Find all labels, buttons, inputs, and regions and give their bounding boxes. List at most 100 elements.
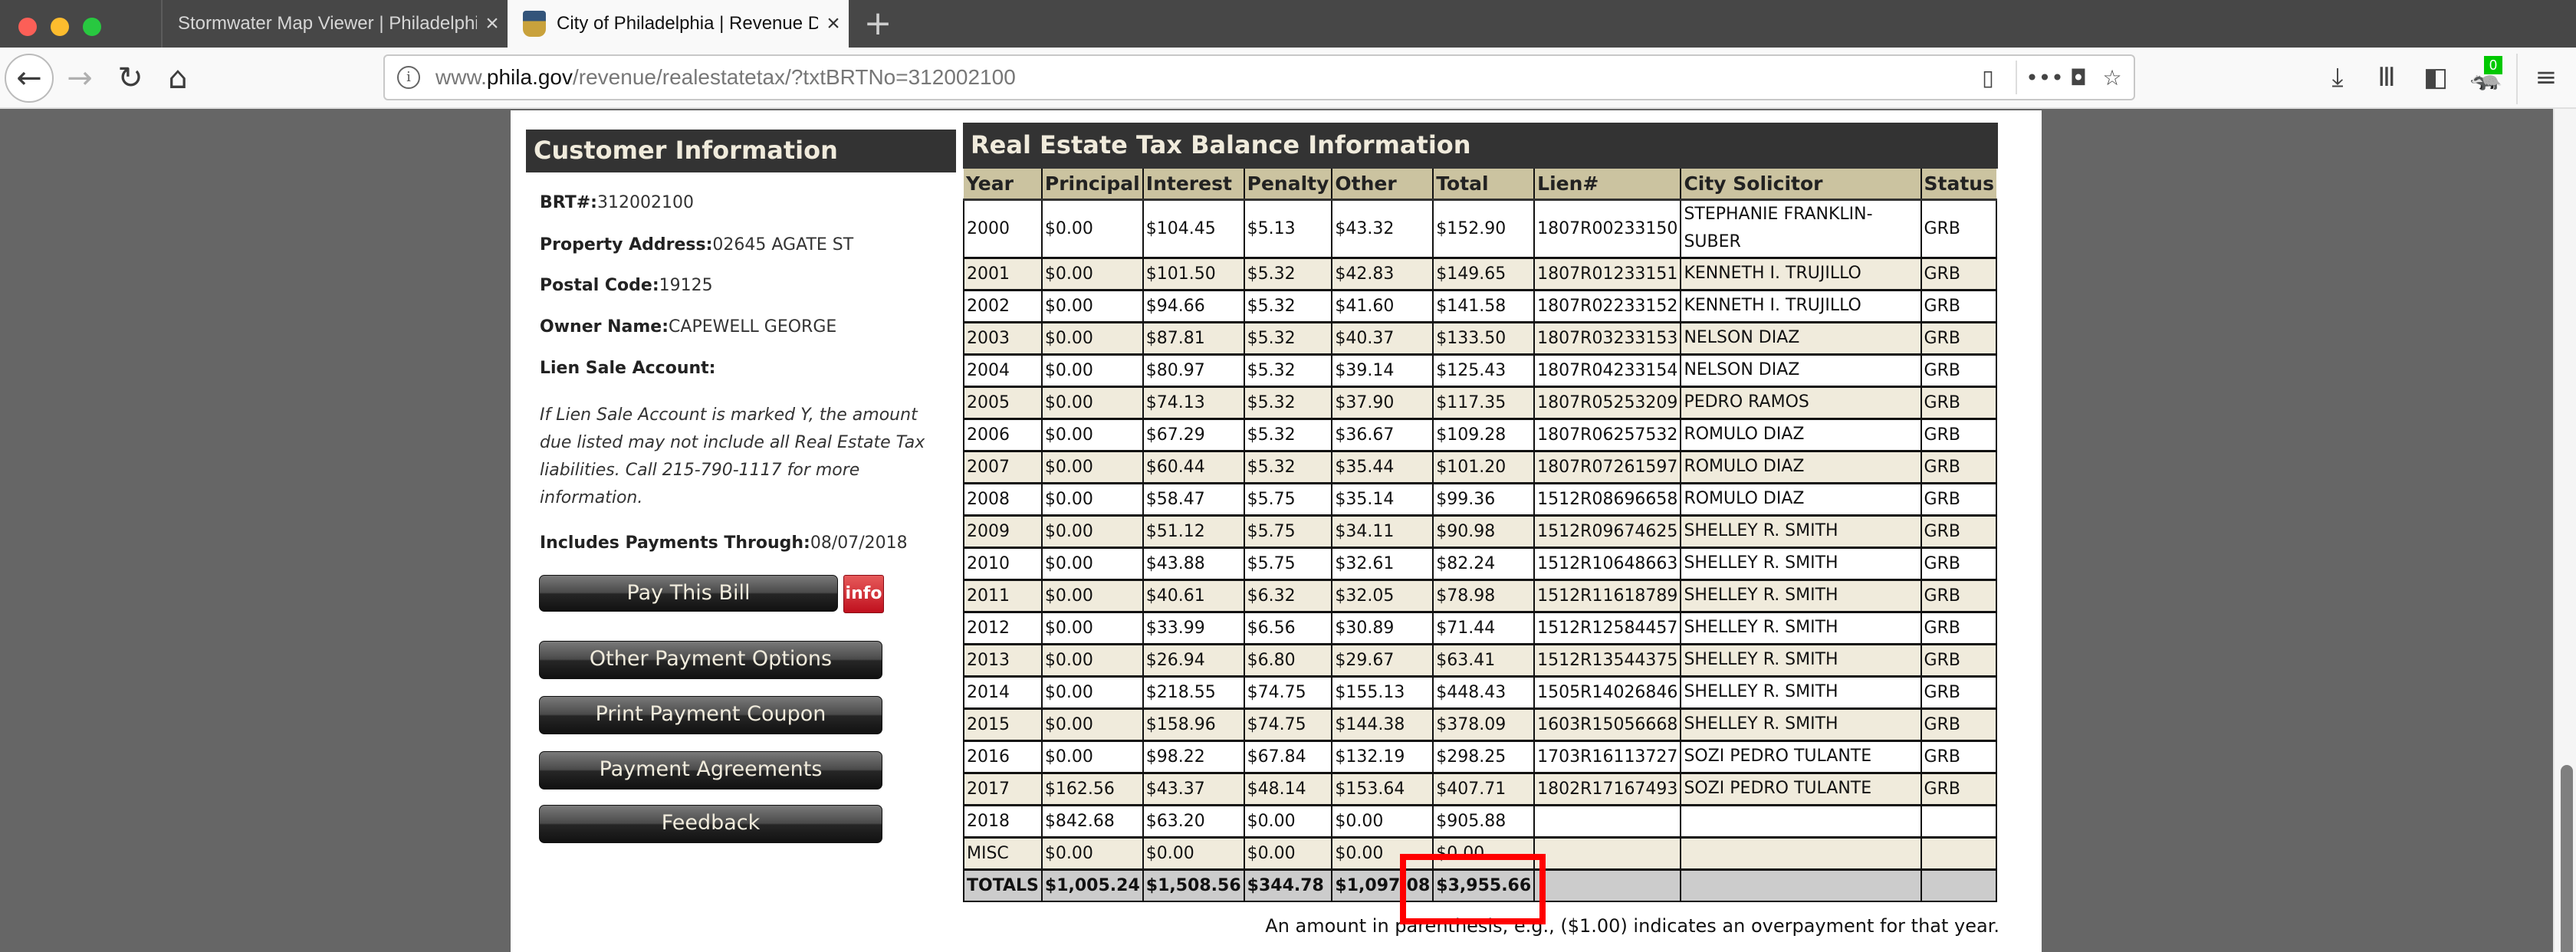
column-header: Total	[1432, 169, 1535, 201]
table-cell: GRB	[1920, 320, 1998, 355]
table-cell: $29.67	[1331, 642, 1434, 677]
window-maximize-button[interactable]	[83, 18, 101, 36]
feedback-button[interactable]: Feedback	[539, 805, 882, 843]
arrow-right-icon: →	[67, 61, 93, 96]
table-cell	[1680, 803, 1922, 838]
info-button[interactable]: info	[843, 575, 884, 613]
sidebar-icon[interactable]: ◧	[2417, 58, 2455, 97]
table-row: 2002 $0.00 $94.66 $5.32 $41.60 $141.58 1807R02…	[963, 288, 1998, 323]
table-cell: ROMULO DIAZ	[1680, 417, 1922, 451]
field-label: Property Address:	[540, 235, 713, 254]
table-row: 2005 $0.00 $74.13 $5.32 $37.90 $117.35 1807R05…	[963, 385, 1998, 419]
close-icon[interactable]: ×	[477, 11, 508, 37]
table-cell: GRB	[1920, 546, 1998, 580]
payment-agreements-button[interactable]: Payment Agreements	[539, 751, 882, 790]
reload-button[interactable]: ↻	[106, 54, 155, 103]
column-header: Principal	[1040, 169, 1143, 201]
table-cell: $43.32	[1331, 198, 1434, 258]
scrollbar-thumb[interactable]	[2561, 765, 2573, 952]
pay-this-bill-button[interactable]: Pay This Bill	[539, 575, 838, 612]
table-cell: GRB	[1920, 771, 1998, 806]
close-icon[interactable]: ×	[818, 11, 849, 37]
table-cell: $82.24	[1432, 546, 1536, 580]
menu-icon[interactable]: ≡	[2527, 58, 2565, 97]
site-info-icon[interactable]: i	[397, 66, 420, 89]
pocket-icon[interactable]: ◘	[2062, 61, 2095, 94]
table-cell: $144.38	[1331, 707, 1434, 741]
payments-through-field: Includes Payments Through:08/07/2018	[540, 533, 908, 553]
table-cell: 2014	[963, 675, 1043, 709]
tab-title: Stormwater Map Viewer | Philadelphia	[178, 13, 477, 34]
table-cell: $99.36	[1432, 481, 1536, 516]
table-cell: 2001	[963, 256, 1043, 291]
table-cell: $0.00	[1040, 198, 1144, 258]
table-cell: 1807R07261597	[1533, 449, 1682, 484]
table-cell: $40.61	[1142, 578, 1245, 612]
table-row: 2015 $0.00 $158.96 $74.75 $144.38 $378.09 1603…	[963, 707, 1998, 741]
table-row: 2003 $0.00 $87.81 $5.32 $40.37 $133.50 1807R03…	[963, 320, 1998, 355]
back-button[interactable]: ←	[5, 54, 54, 103]
table-cell: $109.28	[1432, 417, 1536, 451]
table-cell: $67.29	[1142, 417, 1245, 451]
table-row: 2012 $0.00 $33.99 $6.56 $30.89 $71.44 1512R125…	[963, 610, 1998, 645]
page-scrollbar[interactable]	[2553, 109, 2576, 952]
more-actions-icon[interactable]: •••	[2026, 61, 2064, 94]
window-minimize-button[interactable]	[51, 18, 69, 36]
other-payment-options-button[interactable]: Other Payment Options	[539, 641, 882, 679]
table-row: 2017 $162.56 $43.37 $48.14 $153.64 $407.71 180…	[963, 771, 1998, 806]
table-cell: GRB	[1920, 288, 1998, 323]
column-header: Penalty	[1243, 169, 1332, 201]
table-cell	[1533, 803, 1682, 838]
forward-button[interactable]: →	[55, 54, 104, 103]
table-row: 2009 $0.00 $51.12 $5.75 $34.11 $90.98 1512R096…	[963, 514, 1998, 548]
new-tab-button[interactable]: +	[860, 5, 895, 43]
owner-name-field: Owner Name:CAPEWELL GEORGE	[540, 317, 836, 336]
column-header: Status	[1920, 169, 1996, 201]
table-cell: $298.25	[1432, 739, 1536, 773]
window-close-button[interactable]	[18, 18, 37, 36]
table-cell: GRB	[1920, 417, 1998, 451]
downloads-icon[interactable]: ⤓	[2318, 58, 2357, 97]
bookmark-star-icon[interactable]: ☆	[2095, 61, 2129, 94]
table-cell: 2012	[963, 610, 1043, 645]
table-cell: 1512R08696658	[1533, 481, 1682, 516]
tab-stormwater[interactable]: Stormwater Map Viewer | Philadelphia ×	[161, 0, 508, 48]
table-cell: 2010	[963, 546, 1043, 580]
table-cell: ROMULO DIAZ	[1680, 449, 1922, 484]
reload-icon: ↻	[117, 61, 143, 96]
reader-view-icon[interactable]: ▯	[1971, 61, 2005, 94]
library-icon[interactable]: Ⅲ	[2367, 58, 2406, 97]
url-text[interactable]: www.phila.gov/revenue/realestatetax/?txt…	[435, 65, 1971, 90]
table-row: 2004 $0.00 $80.97 $5.32 $39.14 $125.43 1807R04…	[963, 353, 1998, 387]
table-cell: $43.37	[1142, 771, 1245, 806]
column-header: Interest	[1142, 169, 1244, 201]
lien-sale-account-field: Lien Sale Account:	[540, 359, 715, 378]
table-cell: $0.00	[1243, 835, 1333, 870]
table-cell: $0.00	[1040, 320, 1144, 355]
table-cell: 1512R11618789	[1533, 578, 1682, 612]
table-cell: NELSON DIAZ	[1680, 353, 1922, 387]
extension-badge: 0	[2484, 56, 2502, 74]
table-row: 2013 $0.00 $26.94 $6.80 $29.67 $63.41 1512R135…	[963, 642, 1998, 677]
table-cell: 2009	[963, 514, 1043, 548]
table-cell: $132.19	[1331, 739, 1434, 773]
column-header: Year	[964, 169, 1042, 201]
table-cell: $26.94	[1142, 642, 1245, 677]
table-cell: 1807R01233151	[1533, 256, 1682, 291]
table-cell: $141.58	[1432, 288, 1536, 323]
table-cell	[1680, 835, 1922, 870]
home-button[interactable]: ⌂	[153, 54, 202, 103]
table-cell: $67.84	[1243, 739, 1333, 773]
column-header: Other	[1331, 169, 1434, 201]
table-cell: $5.75	[1243, 514, 1333, 548]
table-cell: 1703R16113727	[1533, 739, 1682, 773]
table-cell: GRB	[1920, 385, 1998, 419]
table-cell: GRB	[1920, 514, 1998, 548]
table-cell: $5.32	[1243, 449, 1333, 484]
table-cell: GRB	[1920, 481, 1998, 516]
table-cell: $74.13	[1142, 385, 1245, 419]
print-payment-coupon-button[interactable]: Print Payment Coupon	[539, 696, 882, 734]
table-cell: $0.00	[1040, 353, 1144, 387]
tab-revenue[interactable]: City of Philadelphia | Revenue Departmen…	[508, 0, 849, 48]
url-bar[interactable]: i www.phila.gov/revenue/realestatetax/?t…	[383, 54, 2135, 100]
